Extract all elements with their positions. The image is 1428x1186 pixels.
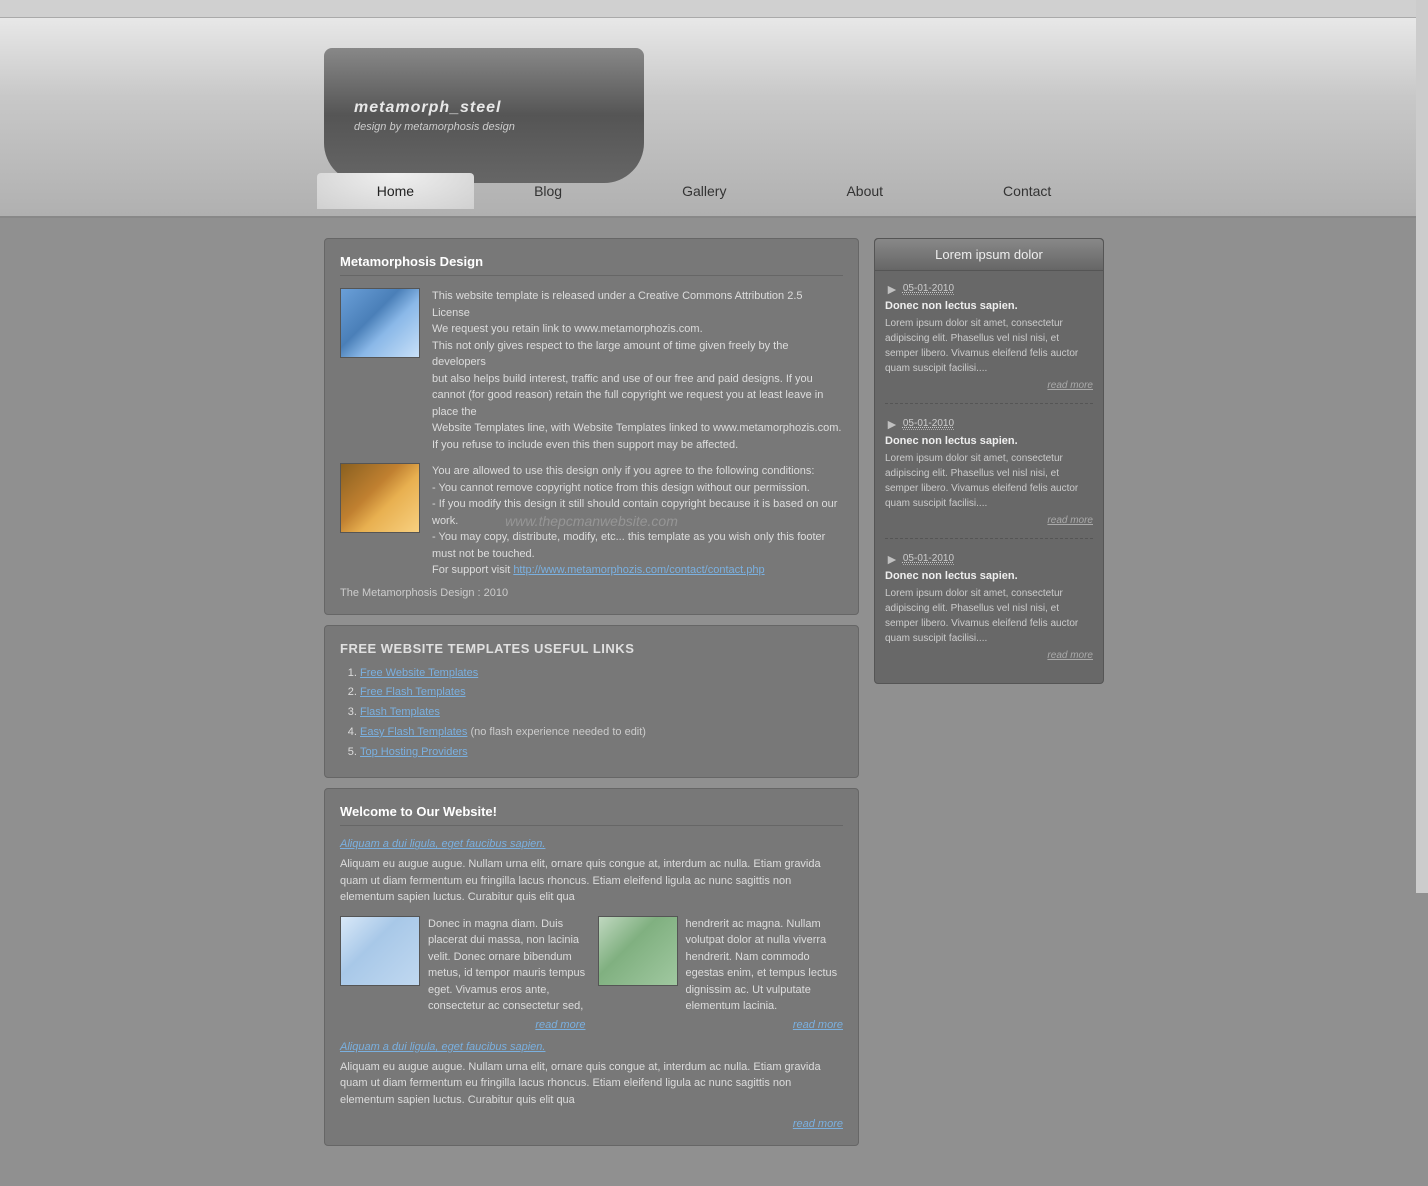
license-link[interactable]: http://www.metamorphozis.com/contact/con… [513, 564, 764, 576]
sidebar-heading-3: Donec non lectus sapien. [885, 570, 1093, 582]
welcome-title: Welcome to Our Website! [340, 804, 843, 826]
link-2[interactable]: Free Flash Templates [360, 686, 466, 698]
sidebar-read-more-3[interactable]: read more [885, 650, 1093, 661]
sidebar-body-3: Lorem ipsum dolor sit amet, consectetur … [885, 586, 1093, 646]
welcome-col-2: hendrerit ac magna. Nullam volutpat dolo… [598, 916, 844, 1031]
welcome-box: Welcome to Our Website! Aliquam a dui li… [324, 788, 859, 1146]
sidebar-content: ► 05-01-2010 Donec non lectus sapien. Lo… [875, 271, 1103, 683]
welcome-text-2: Aliquam eu augue augue. Nullam urna elit… [340, 1059, 843, 1109]
intro-image-1 [340, 288, 420, 358]
main-inner: Metamorphosis Design This website templa… [164, 238, 1264, 1146]
arrow-icon-1: ► [885, 281, 899, 297]
read-more-3[interactable]: read more [340, 1118, 843, 1130]
sidebar-box: Lorem ipsum dolor ► 05-01-2010 Donec non… [874, 238, 1104, 684]
nav-home[interactable]: Home [317, 173, 474, 209]
welcome-col-1: Donec in magna diam. Duis placerat dui m… [340, 916, 586, 1031]
list-item: Easy Flash Templates (no flash experienc… [360, 723, 843, 743]
sidebar-item-3-date-row: ► 05-01-2010 [885, 551, 1093, 567]
welcome-col-image-1 [340, 916, 420, 986]
site-subtitle: design by metamorphosis design [354, 121, 644, 133]
sidebar-body-2: Lorem ipsum dolor sit amet, consectetur … [885, 451, 1093, 511]
sidebar-date-1: 05-01-2010 [903, 283, 954, 295]
intro-text-2: You are allowed to use this design only … [432, 463, 843, 579]
welcome-col-text-2: hendrerit ac magna. Nullam volutpat dolo… [686, 916, 844, 1015]
sidebar: Lorem ipsum dolor ► 05-01-2010 Donec non… [874, 238, 1104, 1146]
design-box: Metamorphosis Design This website templa… [324, 238, 859, 615]
read-more-1[interactable]: read more [340, 1019, 586, 1031]
sidebar-item-2-date-row: ► 05-01-2010 [885, 416, 1093, 432]
logo-box: metamorph_steel design by metamorphosis … [324, 48, 644, 183]
intro-section-2: You are allowed to use this design only … [340, 463, 843, 579]
list-item: Top Hosting Providers [360, 743, 843, 763]
intro-section-1: This website template is released under … [340, 288, 843, 453]
intro-image-2 [340, 463, 420, 533]
sidebar-item-1: ► 05-01-2010 Donec non lectus sapien. Lo… [885, 281, 1093, 404]
nav-contact[interactable]: Contact [943, 173, 1111, 209]
link-4[interactable]: Easy Flash Templates [360, 726, 467, 738]
arrow-icon-3: ► [885, 551, 899, 567]
sidebar-date-2: 05-01-2010 [903, 418, 954, 430]
sidebar-item-2: ► 05-01-2010 Donec non lectus sapien. Lo… [885, 416, 1093, 539]
top-bar [0, 0, 1428, 18]
welcome-col-text-1: Donec in magna diam. Duis placerat dui m… [428, 916, 586, 1015]
read-more-2[interactable]: read more [598, 1019, 844, 1031]
content-left: Metamorphosis Design This website templa… [324, 238, 859, 1146]
link-5[interactable]: Top Hosting Providers [360, 746, 468, 758]
welcome-col-image-2 [598, 916, 678, 986]
list-item: Free Website Templates [360, 664, 843, 684]
nav-gallery[interactable]: Gallery [622, 173, 786, 209]
sidebar-item-1-date-row: ► 05-01-2010 [885, 281, 1093, 297]
intro-text-1: This website template is released under … [432, 288, 843, 453]
sidebar-heading-1: Donec non lectus sapien. [885, 300, 1093, 312]
arrow-icon-2: ► [885, 416, 899, 432]
nav-about[interactable]: About [786, 173, 943, 209]
welcome-text: Aliquam eu augue augue. Nullam urna elit… [340, 856, 843, 906]
main-wrapper: Metamorphosis Design This website templa… [0, 218, 1428, 1186]
sidebar-body-1: Lorem ipsum dolor sit amet, consectetur … [885, 316, 1093, 376]
design-box-title: Metamorphosis Design [340, 254, 843, 276]
sidebar-heading-2: Donec non lectus sapien. [885, 435, 1093, 447]
copyright-line: The Metamorphosis Design : 2010 [340, 587, 843, 599]
welcome-lead-2: Aliquam a dui ligula, eget faucibus sapi… [340, 1041, 843, 1053]
welcome-cols: Donec in magna diam. Duis placerat dui m… [340, 916, 843, 1031]
links-box: FREE WEBSITE TEMPLATES USEFUL LINKS Free… [324, 625, 859, 779]
sidebar-date-3: 05-01-2010 [903, 553, 954, 565]
main-nav: Home Blog Gallery About Contact [164, 166, 1264, 216]
header: metamorph_steel design by metamorphosis … [0, 18, 1428, 218]
sidebar-read-more-2[interactable]: read more [885, 515, 1093, 526]
scrollbar[interactable] [1416, 0, 1428, 893]
sidebar-read-more-1[interactable]: read more [885, 380, 1093, 391]
welcome-lead: Aliquam a dui ligula, eget faucibus sapi… [340, 838, 843, 850]
links-title: FREE WEBSITE TEMPLATES USEFUL LINKS [340, 641, 843, 656]
nav-blog[interactable]: Blog [474, 173, 622, 209]
link-1[interactable]: Free Website Templates [360, 667, 478, 679]
site-title: metamorph_steel [354, 99, 644, 117]
list-item: Flash Templates [360, 703, 843, 723]
list-item: Free Flash Templates [360, 683, 843, 703]
links-list: Free Website Templates Free Flash Templa… [340, 664, 843, 763]
sidebar-title: Lorem ipsum dolor [875, 239, 1103, 271]
link-3[interactable]: Flash Templates [360, 706, 440, 718]
sidebar-item-3: ► 05-01-2010 Donec non lectus sapien. Lo… [885, 551, 1093, 673]
